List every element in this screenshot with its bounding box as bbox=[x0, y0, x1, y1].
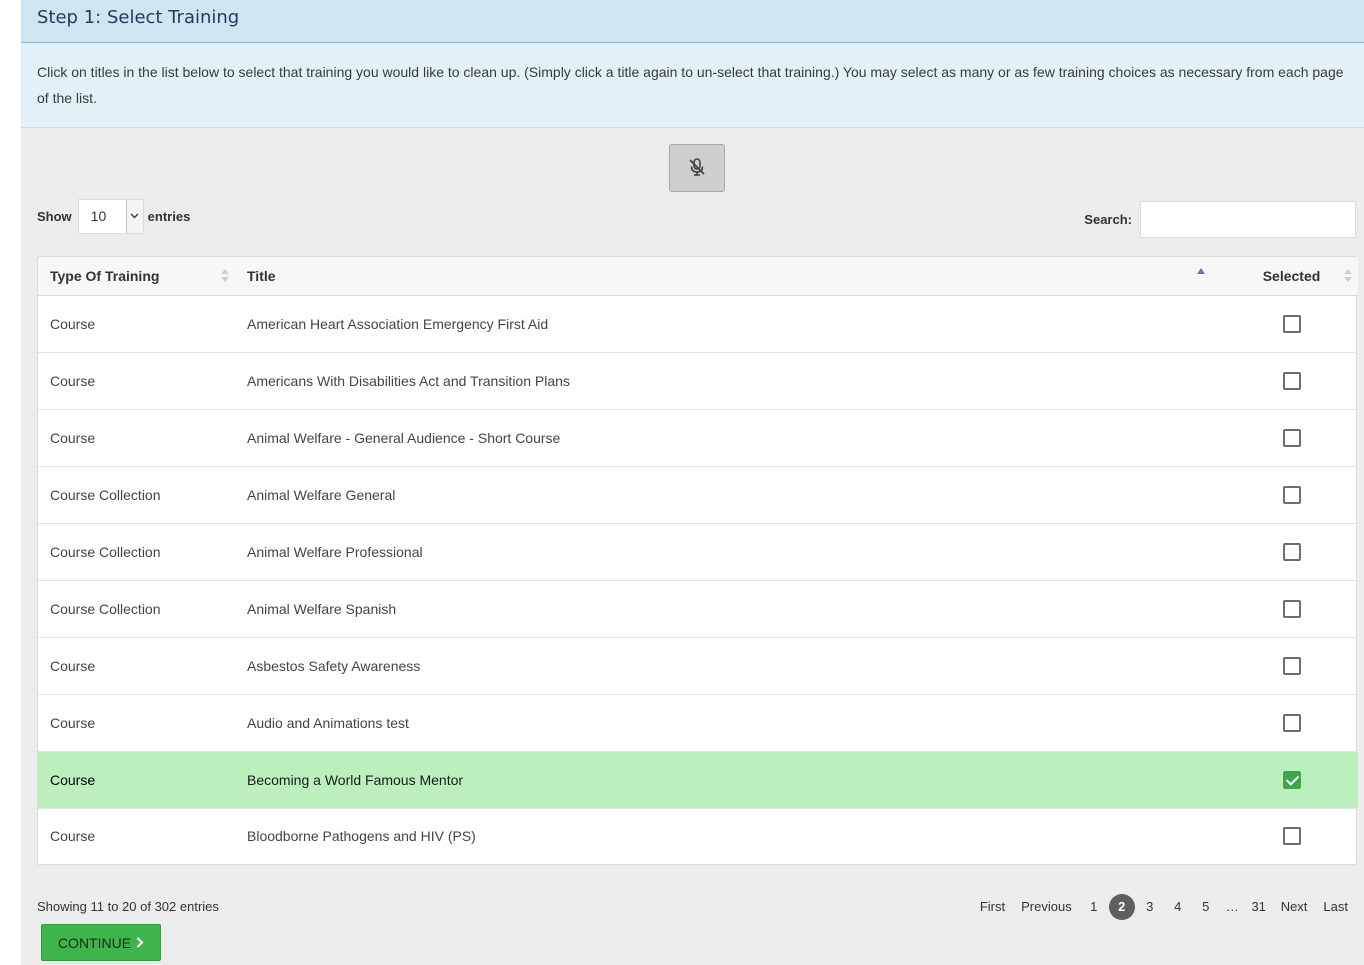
cell-title[interactable]: Animal Welfare - General Audience - Shor… bbox=[235, 409, 1225, 467]
select-checkbox[interactable] bbox=[1282, 713, 1301, 732]
cell-selected bbox=[1225, 694, 1358, 752]
cell-selected bbox=[1225, 808, 1358, 864]
table-row[interactable]: Course Collection Animal Welfare Spanish bbox=[38, 580, 1358, 638]
cell-title[interactable]: American Heart Association Emergency Fir… bbox=[235, 295, 1225, 353]
select-checkbox[interactable] bbox=[1282, 542, 1301, 561]
entries-per-page-select[interactable]: 10 bbox=[77, 198, 144, 234]
search-label: Search: bbox=[1084, 212, 1132, 227]
cell-selected bbox=[1225, 352, 1358, 410]
sort-ascending-icon bbox=[1197, 268, 1205, 274]
table-row[interactable]: Course Becoming a World Famous Mentor bbox=[38, 751, 1358, 809]
select-checkbox[interactable] bbox=[1282, 656, 1301, 675]
cell-title[interactable]: Asbestos Safety Awareness bbox=[235, 637, 1225, 695]
cell-type-of-training: Course Collection bbox=[38, 523, 235, 581]
cell-type-of-training: Course Collection bbox=[38, 580, 235, 638]
pagination-first[interactable]: First bbox=[972, 894, 1013, 920]
cell-type-of-training: Course bbox=[38, 751, 235, 809]
chevron-right-icon bbox=[136, 935, 144, 951]
select-checkbox[interactable] bbox=[1282, 428, 1301, 447]
table-row[interactable]: Course American Heart Association Emergen… bbox=[38, 295, 1358, 353]
cell-type-of-training: Course Collection bbox=[38, 466, 235, 524]
cell-title[interactable]: Animal Welfare Professional bbox=[235, 523, 1225, 581]
entries-label: entries bbox=[147, 208, 191, 224]
cell-type-of-training: Course bbox=[38, 295, 235, 353]
column-header-selected[interactable]: Selected bbox=[1225, 257, 1358, 296]
pagination-last[interactable]: Last bbox=[1315, 894, 1356, 920]
instructions-text: Click on titles in the list below to sel… bbox=[37, 64, 1344, 106]
pagination-next[interactable]: Next bbox=[1273, 894, 1316, 920]
pagination-page-last-number[interactable]: 31 bbox=[1246, 894, 1272, 920]
cell-type-of-training: Course bbox=[50, 828, 96, 845]
column-header-type[interactable]: Type Of Training bbox=[38, 257, 235, 296]
continue-button-label: CONTINUE bbox=[57, 934, 132, 951]
table-row[interactable]: Course Collection Animal Welfare Professi… bbox=[38, 523, 1358, 581]
chevron-down-icon bbox=[125, 199, 143, 233]
column-header-selected-label: Selected bbox=[1262, 267, 1321, 284]
show-label: Show bbox=[37, 208, 72, 224]
table-row[interactable]: Course Collection Animal Welfare General bbox=[38, 466, 1358, 524]
pagination-page-current[interactable]: 2 bbox=[1108, 894, 1135, 920]
search-control: Search: bbox=[1084, 201, 1356, 238]
table-info: Showing 11 to 20 of 302 entries bbox=[37, 899, 219, 914]
pagination-previous[interactable]: Previous bbox=[1013, 894, 1080, 920]
training-panel: Step 1: Select Training Click on titles … bbox=[21, 0, 1364, 965]
cell-title[interactable]: Audio and Animations test bbox=[235, 694, 1225, 752]
pagination-page[interactable]: 5 bbox=[1193, 894, 1219, 920]
select-checkbox[interactable] bbox=[1282, 599, 1301, 618]
microphone-muted-icon bbox=[687, 157, 707, 180]
cell-title[interactable]: Becoming a World Famous Mentor bbox=[235, 751, 1225, 809]
cell-selected bbox=[1225, 466, 1358, 524]
entries-per-page-value: 10 bbox=[90, 207, 107, 224]
table-row[interactable]: Course Asbestos Safety Awareness bbox=[38, 637, 1358, 695]
step-header: Step 1: Select Training bbox=[21, 0, 1364, 43]
cell-title[interactable]: Animal Welfare General bbox=[235, 466, 1225, 524]
entries-length-control: Show 10 entries bbox=[37, 198, 190, 234]
sort-both-icon bbox=[221, 269, 229, 283]
table-row[interactable]: Course Animal Welfare - General Audience … bbox=[38, 409, 1358, 467]
microphone-toggle-button[interactable] bbox=[669, 144, 725, 192]
table-row[interactable]: Course Audio and Animations test bbox=[38, 694, 1358, 752]
cell-type-of-training: Course bbox=[38, 352, 235, 410]
select-checkbox[interactable] bbox=[1282, 314, 1301, 333]
select-checkbox[interactable] bbox=[1282, 371, 1301, 390]
select-checkbox[interactable] bbox=[1282, 770, 1301, 789]
cell-selected bbox=[1225, 295, 1358, 353]
search-input[interactable] bbox=[1140, 201, 1356, 238]
continue-button[interactable]: CONTINUE bbox=[41, 924, 161, 961]
pagination-ellipsis: … bbox=[1225, 899, 1239, 914]
cell-type-of-training: Course bbox=[38, 694, 235, 752]
table-header-row: Type Of Training Title Selected bbox=[38, 257, 1358, 296]
cell-title[interactable]: Americans With Disabilities Act and Tran… bbox=[235, 352, 1225, 410]
select-checkbox[interactable] bbox=[1282, 485, 1301, 504]
step-title: Step 1: Select Training bbox=[37, 7, 240, 28]
cell-selected bbox=[1225, 751, 1358, 809]
cell-selected bbox=[1225, 409, 1358, 467]
instructions-box: Click on titles in the list below to sel… bbox=[21, 43, 1364, 128]
cell-type-of-training: Course bbox=[38, 637, 235, 695]
table-row[interactable]: Course Americans With Disabilities Act an… bbox=[38, 352, 1358, 410]
pagination: First Previous 1 2 3 4 5 … 31 Next Last bbox=[972, 894, 1356, 920]
pagination-page[interactable]: 4 bbox=[1165, 894, 1191, 920]
select-checkbox[interactable] bbox=[1282, 827, 1301, 846]
pagination-page[interactable]: 3 bbox=[1137, 894, 1163, 920]
cell-selected bbox=[1225, 637, 1358, 695]
column-header-type-label: Type Of Training bbox=[50, 267, 160, 284]
cell-selected bbox=[1225, 580, 1358, 638]
column-header-title[interactable]: Title bbox=[235, 257, 1225, 296]
table-row[interactable]: Course Bloodborne Pathogens and HIV (PS) bbox=[38, 808, 1358, 864]
cell-selected bbox=[1225, 523, 1358, 581]
cell-title[interactable]: Bloodborne Pathogens and HIV (PS) bbox=[235, 808, 1225, 864]
cell-title[interactable]: Animal Welfare Spanish bbox=[235, 580, 1225, 638]
sort-both-icon bbox=[1344, 269, 1352, 283]
training-table: Type Of Training Title Selected Course Am… bbox=[37, 256, 1358, 865]
cell-type-of-training: Course bbox=[38, 409, 235, 467]
pagination-page[interactable]: 1 bbox=[1081, 894, 1107, 920]
column-header-title-label: Title bbox=[247, 267, 276, 284]
